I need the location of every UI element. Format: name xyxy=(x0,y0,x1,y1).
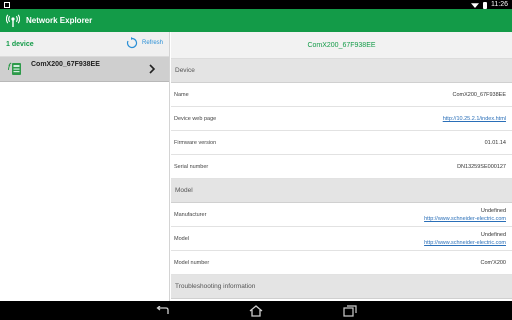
detail-value: DN13259SE000127 xyxy=(457,164,506,170)
detail-label: Device web page xyxy=(174,116,217,122)
network-icon xyxy=(6,13,20,27)
device-list-header: 1 device Refresh xyxy=(0,32,169,57)
refresh-label: Refresh xyxy=(141,40,163,46)
status-bar: 11:26 xyxy=(0,0,512,9)
home-icon xyxy=(249,304,263,317)
section-device-label: Device xyxy=(175,67,195,74)
section-troubleshooting-label: Troubleshooting information xyxy=(175,283,256,290)
clock: 11:26 xyxy=(491,1,508,8)
device-name: ComX200_67F938EE xyxy=(31,61,100,68)
detail-value: Undefined xyxy=(480,208,506,214)
detail-value: Com'X200 xyxy=(480,260,506,266)
battery-icon xyxy=(483,1,487,9)
detail-value: ComX200_67F938EE xyxy=(452,92,506,98)
section-model-label: Model xyxy=(175,187,193,194)
detail-row-manufacturer: Manufacturer Undefined http://www.schnei… xyxy=(171,203,512,227)
section-device: Device xyxy=(171,59,512,83)
detail-label: Serial number xyxy=(174,164,209,170)
detail-value: Undefined xyxy=(480,232,506,238)
wifi-icon xyxy=(471,3,479,8)
app-bar: Network Explorer xyxy=(0,9,512,32)
status-icons: 11:26 xyxy=(471,1,508,9)
recents-icon xyxy=(343,304,357,317)
system-nav-bar xyxy=(0,301,512,320)
back-button[interactable] xyxy=(155,305,169,317)
device-details-panel: ComX200_67F938EE Device Name ComX200_67F… xyxy=(171,32,512,301)
detail-row-firmware: Firmware version 01.01.14 xyxy=(171,131,512,155)
detail-label: Name xyxy=(174,92,189,98)
section-troubleshooting: Troubleshooting information xyxy=(171,275,512,299)
device-list-panel: 1 device Refresh ComX200_67F938EE xyxy=(0,32,170,301)
notification-icon xyxy=(4,2,10,8)
detail-label: Firmware version xyxy=(174,140,217,146)
device-list-item[interactable]: ComX200_67F938EE xyxy=(0,57,169,82)
detail-row-model-number: Model number Com'X200 xyxy=(171,251,512,275)
model-link[interactable]: http://www.schneider-electric.com xyxy=(424,240,506,246)
refresh-icon xyxy=(126,37,138,49)
device-icon xyxy=(8,62,21,75)
refresh-button[interactable]: Refresh xyxy=(126,37,163,49)
manufacturer-link[interactable]: http://www.schneider-electric.com xyxy=(424,216,506,222)
section-model: Model xyxy=(171,179,512,203)
detail-row-model: Model Undefined http://www.schneider-ele… xyxy=(171,227,512,251)
detail-label: Manufacturer xyxy=(174,212,207,218)
details-header: ComX200_67F938EE xyxy=(171,32,512,59)
detail-label: Model number xyxy=(174,260,210,266)
device-count: 1 device xyxy=(6,40,34,48)
notification-area xyxy=(4,1,10,9)
detail-label: Model xyxy=(174,236,189,242)
detail-row-webpage: Device web page http://10.25.2.1/index.h… xyxy=(171,107,512,131)
device-webpage-link[interactable]: http://10.25.2.1/index.html xyxy=(443,116,506,122)
detail-row-name: Name ComX200_67F938EE xyxy=(171,83,512,107)
chevron-right-icon xyxy=(149,64,156,74)
detail-row-serial: Serial number DN13259SE000127 xyxy=(171,155,512,179)
recents-button[interactable] xyxy=(343,304,357,317)
detail-value: 01.01.14 xyxy=(484,140,506,146)
selected-device-title: ComX200_67F938EE xyxy=(307,41,376,49)
home-button[interactable] xyxy=(249,304,263,317)
back-icon xyxy=(156,305,169,314)
app-title: Network Explorer xyxy=(26,16,93,25)
